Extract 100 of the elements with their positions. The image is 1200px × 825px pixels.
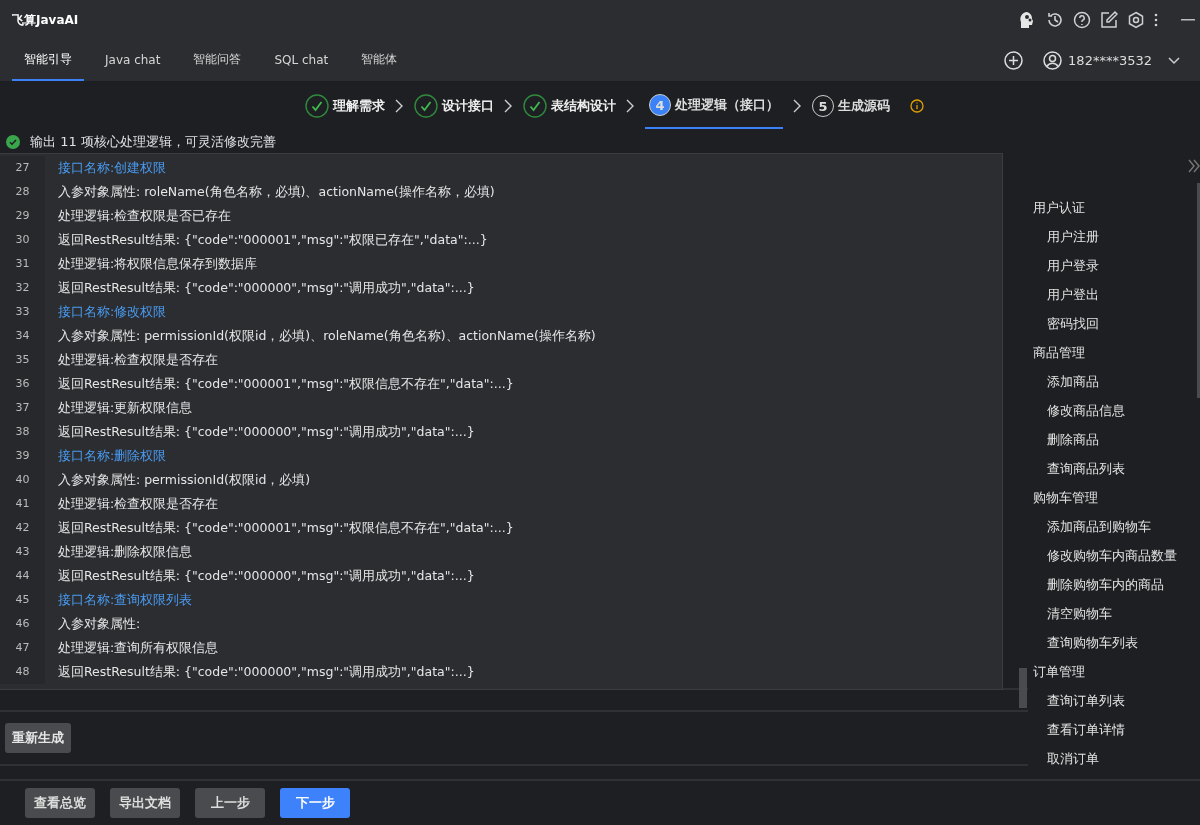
nav-tab[interactable]: 智能问答 — [181, 40, 254, 81]
code-line: 接口名称:删除权限 — [57, 447, 167, 465]
outline-item[interactable]: 查询商品列表 — [1033, 454, 1200, 483]
line-number: 46 — [0, 612, 45, 636]
nav-tab[interactable]: Java chat — [93, 40, 173, 81]
line-number: 34 — [0, 324, 45, 348]
line-number: 48 — [0, 660, 45, 684]
nav-tab[interactable]: SQL chat — [262, 40, 341, 81]
check-circle-icon — [305, 94, 329, 118]
code-line: 处理逻辑:将权限信息保存到数据库 — [57, 255, 258, 273]
more-icon[interactable] — [1154, 13, 1158, 27]
nav-tab[interactable]: 智能体 — [349, 40, 410, 81]
chevron-down-icon — [1168, 56, 1180, 65]
account-menu[interactable]: 182****3532 — [1043, 51, 1180, 70]
outline-item[interactable]: 添加商品到购物车 — [1033, 512, 1200, 541]
code-line: 入参对象属性: permissionId(权限id，必填)、roleName(角色名称)、actionName(操作名称) — [57, 327, 596, 345]
code-line: 返回RestResult结果: {"code":"000000","msg":"调用成功","data":...} — [57, 567, 475, 585]
footer-button[interactable]: 下一步 — [280, 788, 350, 818]
footer-button[interactable]: 导出文档 — [110, 788, 180, 818]
outline-item[interactable]: 修改商品信息 — [1033, 396, 1200, 425]
code-line: 入参对象属性: roleName(角色名称，必填)、actionName(操作名称，必填) — [57, 183, 495, 201]
line-number: 37 — [0, 396, 45, 420]
line-number: 33 — [0, 300, 45, 324]
outline-group[interactable]: 订单管理 — [1033, 657, 1200, 686]
code-line: 接口名称:查询权限列表 — [57, 591, 193, 609]
code-line: 返回RestResult结果: {"code":"000000","msg":"调用成功","data":...} — [57, 663, 475, 681]
regenerate-button[interactable]: 重新生成 — [5, 723, 71, 753]
step-item[interactable]: 4 处理逻辑（接口） — [645, 83, 783, 129]
outline-item[interactable]: 删除购物车内的商品 — [1033, 570, 1200, 599]
code-editor[interactable] — [0, 153, 1003, 690]
outline-item[interactable]: 查询购物车列表 — [1033, 628, 1200, 657]
line-number: 36 — [0, 372, 45, 396]
code-line: 接口名称:创建权限 — [57, 159, 167, 177]
line-number: 39 — [0, 444, 45, 468]
chevron-right-icon — [793, 99, 802, 113]
edit-icon[interactable] — [1100, 11, 1118, 29]
outline-item[interactable]: 查看订单详情 — [1033, 715, 1200, 744]
line-number: 29 — [0, 204, 45, 228]
check-circle-icon — [414, 94, 438, 118]
outline-item[interactable]: 修改购物车内商品数量 — [1033, 541, 1200, 570]
line-number: 42 — [0, 516, 45, 540]
line-number: 27 — [0, 156, 45, 180]
line-number: 30 — [0, 228, 45, 252]
double-chevron-right-icon[interactable] — [1188, 159, 1200, 173]
outline-item[interactable]: 查询订单列表 — [1033, 686, 1200, 715]
code-line: 返回RestResult结果: {"code":"000001","msg":"权限信息不存在","data":...} — [57, 519, 514, 537]
step-item[interactable]: 理解需求 — [305, 83, 385, 129]
outline-group[interactable]: 购物车管理 — [1033, 483, 1200, 512]
code-line: 处理逻辑:检查权限是否已存在 — [57, 207, 232, 225]
line-number: 38 — [0, 420, 45, 444]
line-number: 44 — [0, 564, 45, 588]
step-number: 4 — [649, 94, 671, 116]
outline-item[interactable]: 用户注册 — [1033, 222, 1200, 251]
line-number: 40 — [0, 468, 45, 492]
footer-button[interactable]: 查看总览 — [25, 788, 95, 818]
footer-button[interactable]: 上一步 — [195, 788, 265, 818]
step-item[interactable]: 设计接口 — [414, 83, 494, 129]
outline-item[interactable]: 清空购物车 — [1033, 599, 1200, 628]
code-line: 处理逻辑:删除权限信息 — [57, 543, 193, 561]
nav-tab[interactable]: 智能引导 — [12, 40, 84, 81]
scrollbar-thumb[interactable] — [1019, 668, 1027, 708]
line-number: 28 — [0, 180, 45, 204]
line-number: 31 — [0, 252, 45, 276]
code-line: 返回RestResult结果: {"code":"000001","msg":"权限已存在","data":...} — [57, 231, 488, 249]
code-line: 处理逻辑:检查权限是否存在 — [57, 495, 219, 513]
chevron-right-icon — [504, 99, 513, 113]
outline-item[interactable]: 删除商品 — [1033, 425, 1200, 454]
outline-item[interactable]: 用户登出 — [1033, 280, 1200, 309]
outline-item[interactable]: 添加商品 — [1033, 367, 1200, 396]
status-message: 输出 11 项核心处理逻辑，可灵活修改完善 — [30, 133, 276, 151]
history-icon[interactable] — [1046, 11, 1064, 29]
check-circle-icon — [523, 94, 547, 118]
code-line: 处理逻辑:检查权限是否存在 — [57, 351, 219, 369]
add-icon[interactable] — [1004, 51, 1024, 70]
code-line: 返回RestResult结果: {"code":"000001","msg":"权限信息不存在","data":...} — [57, 375, 514, 393]
chevron-right-icon — [626, 99, 635, 113]
outline-item[interactable]: 用户登录 — [1033, 251, 1200, 280]
step-item[interactable]: 表结构设计 — [523, 83, 616, 129]
check-circle-icon — [6, 135, 20, 149]
outline-item[interactable]: 取消订单 — [1033, 744, 1200, 773]
line-number: 45 — [0, 588, 45, 612]
code-line: 返回RestResult结果: {"code":"000000","msg":"调用成功","data":...} — [57, 279, 475, 297]
outline-item[interactable]: 密码找回 — [1033, 309, 1200, 338]
step-item[interactable]: 5 生成源码 — [812, 83, 890, 129]
line-number: 47 — [0, 636, 45, 660]
line-number: 43 — [0, 540, 45, 564]
line-number: 32 — [0, 276, 45, 300]
code-line: 返回RestResult结果: {"code":"000000","msg":"调用成功","data":...} — [57, 423, 475, 441]
help-icon[interactable] — [1073, 11, 1091, 29]
code-line: 处理逻辑:查询所有权限信息 — [57, 639, 219, 657]
user-icon — [1043, 51, 1063, 70]
code-line: 入参对象属性: — [57, 615, 141, 633]
settings-icon[interactable] — [1127, 11, 1145, 29]
app-title: 飞算JavaAI — [12, 11, 79, 29]
code-line: 入参对象属性: permissionId(权限id，必填) — [57, 471, 311, 489]
outline-group[interactable]: 商品管理 — [1033, 338, 1200, 367]
code-line: 处理逻辑:更新权限信息 — [57, 399, 193, 417]
outline-group[interactable]: 用户认证 — [1033, 193, 1200, 222]
info-icon[interactable] — [910, 99, 924, 113]
code-line: 接口名称:修改权限 — [57, 303, 167, 321]
